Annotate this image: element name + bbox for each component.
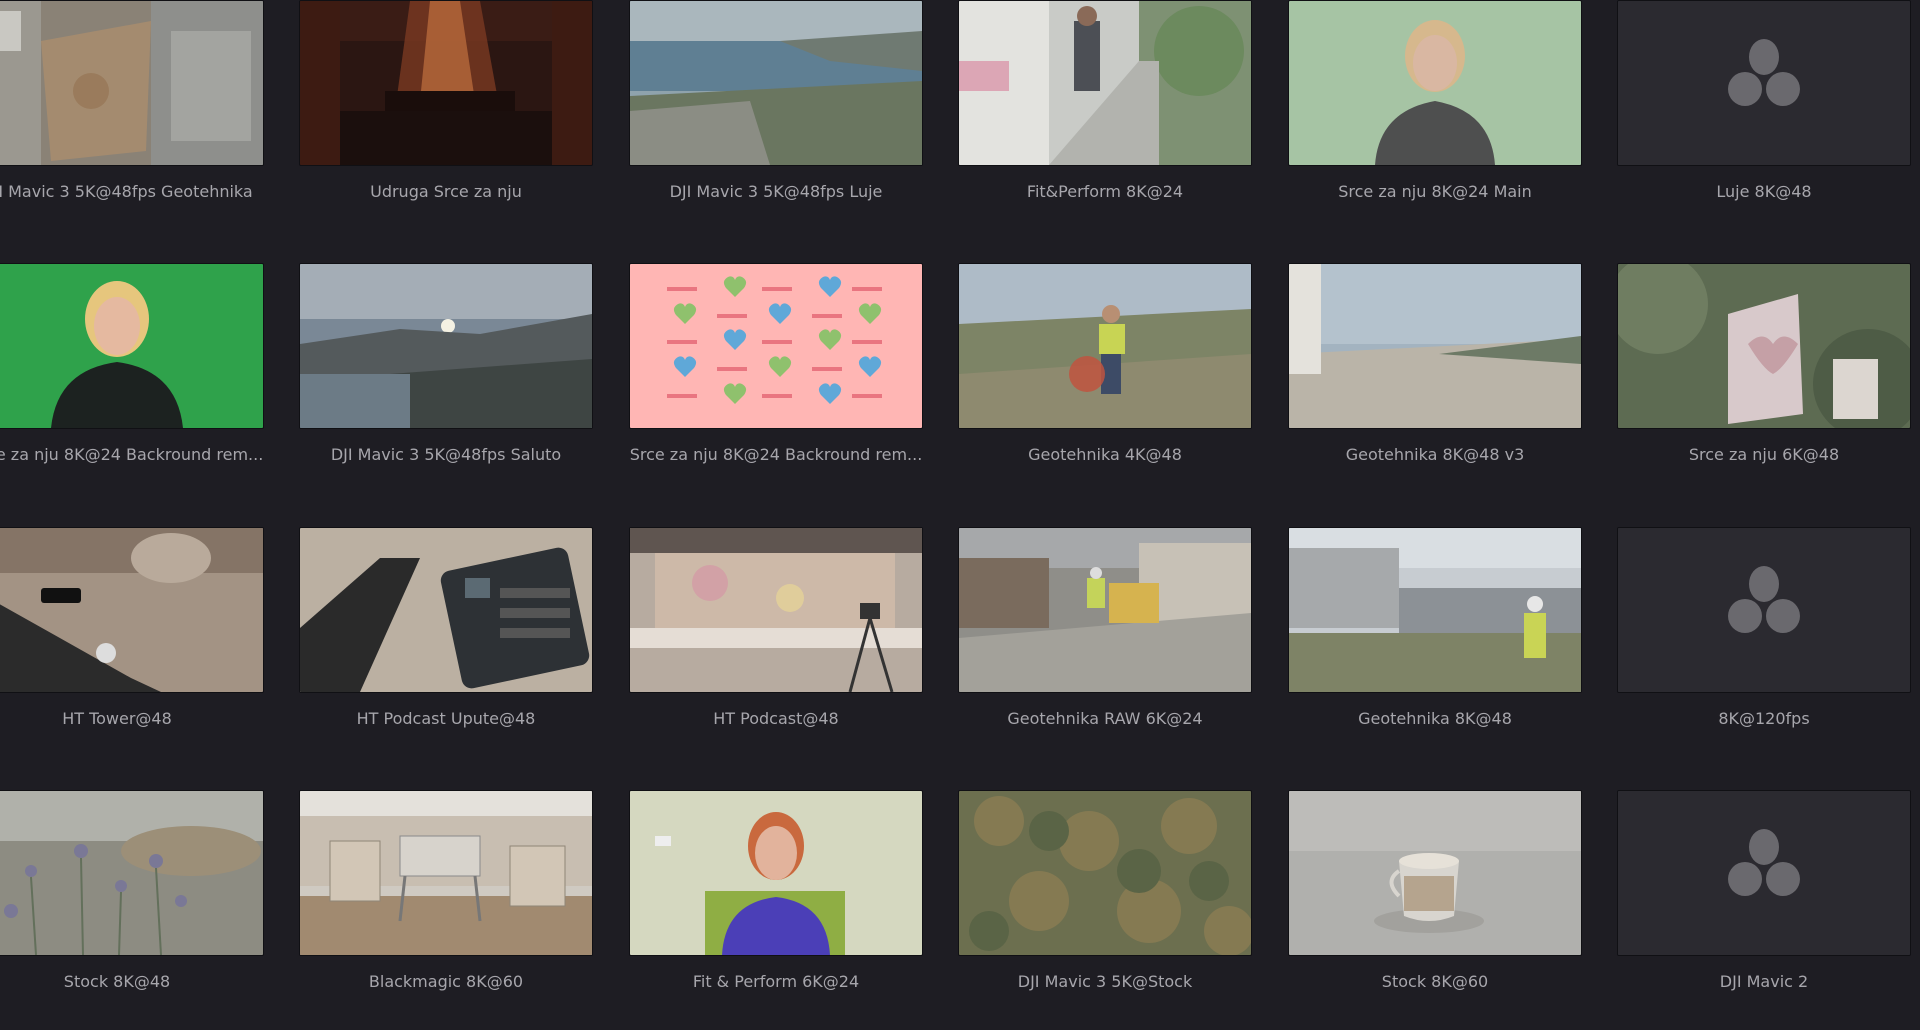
clip-name-label: Stock 8K@60 bbox=[1381, 972, 1489, 991]
clip-name-label: Srce za nju 8K@24 Main bbox=[1338, 182, 1532, 201]
clip-tile[interactable]: HT Podcast@48 bbox=[629, 527, 923, 767]
media-pool-thumbnail-grid: DJI Mavic 3 5K@48fps Geotehnika Udruga S… bbox=[0, 0, 1920, 1017]
clip-tile[interactable]: HT Tower@48 bbox=[0, 527, 264, 767]
clip-name-label: Srce za nju 8K@24 Backround rem... bbox=[629, 445, 923, 464]
clip-tile[interactable]: Srce za nju 8K@24 Backround rem... bbox=[629, 263, 923, 503]
clip-name-label: Srce za nju 6K@48 bbox=[1688, 445, 1840, 464]
clip-name-label: Geotehnika 8K@48 bbox=[1358, 709, 1512, 728]
clip-name-label: Srce za nju 8K@24 Backround rem... bbox=[0, 445, 264, 464]
clip-thumbnail[interactable] bbox=[299, 790, 593, 956]
clip-name-label: DJI Mavic 3 5K@48fps Saluto bbox=[330, 445, 562, 464]
clip-thumbnail[interactable] bbox=[299, 263, 593, 429]
clip-name-label: HT Podcast Upute@48 bbox=[356, 709, 536, 728]
clip-name-label: Blackmagic 8K@60 bbox=[368, 972, 524, 991]
clip-name-label: DJI Mavic 3 5K@Stock bbox=[1017, 972, 1193, 991]
clip-thumbnail[interactable] bbox=[0, 790, 264, 956]
clip-thumbnail[interactable] bbox=[299, 527, 593, 693]
clip-tile[interactable]: Geotehnika 4K@48 bbox=[958, 263, 1252, 503]
clip-name-label: Luje 8K@48 bbox=[1716, 182, 1812, 201]
clip-name-label: Fit & Perform 6K@24 bbox=[692, 972, 860, 991]
clip-thumbnail[interactable] bbox=[629, 790, 923, 956]
clip-tile[interactable]: Blackmagic 8K@60 bbox=[299, 790, 593, 1030]
clip-placeholder-logo-icon[interactable] bbox=[1617, 0, 1911, 166]
clip-thumbnail[interactable] bbox=[958, 790, 1252, 956]
clip-name-label: HT Podcast@48 bbox=[713, 709, 839, 728]
clip-name-label: DJI Mavic 3 5K@48fps Geotehnika bbox=[0, 182, 253, 201]
clip-thumbnail[interactable] bbox=[629, 263, 923, 429]
clip-thumbnail[interactable] bbox=[1288, 263, 1582, 429]
clip-thumbnail[interactable] bbox=[299, 0, 593, 166]
clip-tile[interactable]: DJI Mavic 3 5K@Stock bbox=[958, 790, 1252, 1030]
clip-tile[interactable]: Srce za nju 6K@48 bbox=[1617, 263, 1911, 503]
clip-tile[interactable]: Fit & Perform 6K@24 bbox=[629, 790, 923, 1030]
clip-thumbnail[interactable] bbox=[0, 263, 264, 429]
clip-thumbnail[interactable] bbox=[629, 0, 923, 166]
clip-tile[interactable]: Stock 8K@60 bbox=[1288, 790, 1582, 1030]
clip-thumbnail[interactable] bbox=[0, 0, 264, 166]
clip-tile[interactable]: HT Podcast Upute@48 bbox=[299, 527, 593, 767]
clip-thumbnail[interactable] bbox=[958, 527, 1252, 693]
clip-tile[interactable]: Geotehnika RAW 6K@24 bbox=[958, 527, 1252, 767]
clip-thumbnail[interactable] bbox=[1288, 527, 1582, 693]
clip-thumbnail[interactable] bbox=[629, 527, 923, 693]
clip-name-label: Fit&Perform 8K@24 bbox=[1026, 182, 1184, 201]
clip-name-label: DJI Mavic 2 bbox=[1719, 972, 1809, 991]
clip-tile[interactable]: Udruga Srce za nju bbox=[299, 0, 593, 240]
clip-tile[interactable]: Fit&Perform 8K@24 bbox=[958, 0, 1252, 240]
clip-tile[interactable]: Stock 8K@48 bbox=[0, 790, 264, 1030]
clip-name-label: Geotehnika 4K@48 bbox=[1028, 445, 1182, 464]
clip-tile[interactable]: DJI Mavic 2 bbox=[1617, 790, 1911, 1030]
clip-name-label: 8K@120fps bbox=[1718, 709, 1810, 728]
clip-thumbnail[interactable] bbox=[0, 527, 264, 693]
clip-name-label: Stock 8K@48 bbox=[63, 972, 171, 991]
clip-tile[interactable]: DJI Mavic 3 5K@48fps Luje bbox=[629, 0, 923, 240]
clip-placeholder-logo-icon[interactable] bbox=[1617, 527, 1911, 693]
clip-tile[interactable]: Srce za nju 8K@24 Backround rem... bbox=[0, 263, 264, 503]
clip-thumbnail[interactable] bbox=[1617, 263, 1911, 429]
clip-name-label: HT Tower@48 bbox=[62, 709, 172, 728]
clip-tile[interactable]: DJI Mavic 3 5K@48fps Saluto bbox=[299, 263, 593, 503]
clip-tile[interactable]: Luje 8K@48 bbox=[1617, 0, 1911, 240]
clip-name-label: Udruga Srce za nju bbox=[370, 182, 522, 201]
clip-thumbnail[interactable] bbox=[1288, 0, 1582, 166]
clip-name-label: Geotehnika 8K@48 v3 bbox=[1345, 445, 1525, 464]
clip-thumbnail[interactable] bbox=[958, 263, 1252, 429]
clip-tile[interactable]: DJI Mavic 3 5K@48fps Geotehnika bbox=[0, 0, 264, 240]
clip-tile[interactable]: 8K@120fps bbox=[1617, 527, 1911, 767]
clip-thumbnail[interactable] bbox=[1288, 790, 1582, 956]
clip-placeholder-logo-icon[interactable] bbox=[1617, 790, 1911, 956]
clip-thumbnail[interactable] bbox=[958, 0, 1252, 166]
clip-name-label: DJI Mavic 3 5K@48fps Luje bbox=[669, 182, 883, 201]
clip-tile[interactable]: Geotehnika 8K@48 v3 bbox=[1288, 263, 1582, 503]
clip-tile[interactable]: Geotehnika 8K@48 bbox=[1288, 527, 1582, 767]
clip-name-label: Geotehnika RAW 6K@24 bbox=[1007, 709, 1203, 728]
clip-tile[interactable]: Srce za nju 8K@24 Main bbox=[1288, 0, 1582, 240]
